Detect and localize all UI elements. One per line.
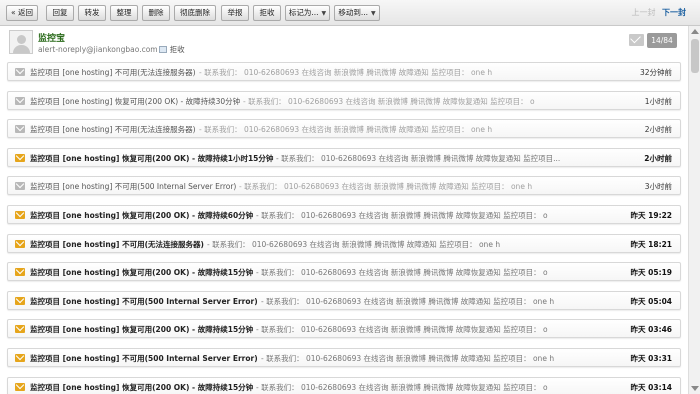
message-time: 2小时前 <box>644 125 672 134</box>
scrollbar[interactable] <box>688 26 700 394</box>
message-row[interactable]: 监控项目 [one hosting] 不可用(无法连接服务器) - 联系我们： 0… <box>7 119 681 138</box>
message-snippet: - 联系我们： 010-62680693 在线咨询 新浪微博 腾讯微博 故障恢复… <box>256 383 548 392</box>
scroll-up-arrow-icon[interactable] <box>691 29 699 34</box>
message-time: 昨天 03:14 <box>630 383 672 392</box>
sender-header: 监控宝 alert-noreply@jiankongbao.com 拒收 14/8… <box>0 26 688 60</box>
move-to-dropdown[interactable]: 移动到... ▼ <box>334 5 380 21</box>
sender-name[interactable]: 监控宝 <box>38 31 65 44</box>
message-subject: 监控项目 [one hosting] 不可用(500 Internal Serv… <box>30 297 258 306</box>
envelope-icon <box>15 240 25 248</box>
message-row[interactable]: 监控项目 [one hosting] 恢复可用(200 OK) - 故障持续15… <box>7 262 681 281</box>
message-time: 昨天 19:22 <box>630 211 672 220</box>
message-time: 昨天 18:21 <box>630 240 672 249</box>
organize-button[interactable]: 整理 <box>110 5 138 21</box>
message-subject: 监控项目 [one hosting] 恢复可用(200 OK) - 故障持续15… <box>30 268 254 277</box>
message-snippet: - 联系我们： 010-62680693 在线咨询 新浪微博 腾讯微博 故障通知… <box>199 68 493 77</box>
pager: 上一封 下一封 <box>631 7 686 18</box>
envelope-icon <box>15 182 25 190</box>
message-time: 昨天 03:46 <box>630 325 672 334</box>
avatar-body-shape <box>13 45 30 53</box>
scroll-down-arrow-icon[interactable] <box>691 386 699 391</box>
envelope-icon <box>15 154 25 162</box>
message-snippet: - 联系我们： 010-62680693 在线咨询 新浪微博 腾讯微博 故障通知… <box>207 240 501 249</box>
message-snippet: - 联系我们： 010-62680693 在线咨询 新浪微博 腾讯微博 故障通知… <box>239 182 533 191</box>
reject-button[interactable]: 拒收 <box>253 5 281 21</box>
message-snippet: - 联系我们： 010-62680693 在线咨询 新浪微博 腾讯微博 故障通知… <box>261 297 555 306</box>
message-subject: 监控项目 [one hosting] 恢复可用(200 OK) - 故障持续60… <box>30 211 254 220</box>
sender-address-line: alert-noreply@jiankongbao.com 拒收 <box>38 44 185 55</box>
message-row[interactable]: 监控项目 [one hosting] 不可用(500 Internal Serv… <box>7 291 681 310</box>
envelope-icon <box>15 325 25 333</box>
message-snippet: - 联系我们： 010-62680693 在线咨询 新浪微博 腾讯微博 故障恢复… <box>276 154 561 163</box>
mark-as-dropdown[interactable]: 标记为... ▼ <box>285 5 330 21</box>
message-snippet: - 联系我们： 010-62680693 在线咨询 新浪微博 腾讯微博 故障恢复… <box>256 211 548 220</box>
scroll-thumb[interactable] <box>691 39 699 73</box>
message-snippet: - 联系我们： 010-62680693 在线咨询 新浪微博 腾讯微博 故障恢复… <box>243 97 535 106</box>
message-subject: 监控项目 [one hosting] 恢复可用(200 OK) - 故障持续30… <box>30 97 241 106</box>
reject-sender-link[interactable]: 拒收 <box>170 45 185 54</box>
message-subject: 监控项目 [one hosting] 不可用(无法连接服务器) <box>30 68 196 77</box>
message-row[interactable]: 监控项目 [one hosting] 恢复可用(200 OK) - 故障持续30… <box>7 91 681 110</box>
message-row[interactable]: 监控项目 [one hosting] 不可用(500 Internal Serv… <box>7 348 681 367</box>
chevron-down-icon: ▼ <box>321 10 327 17</box>
message-time: 昨天 05:04 <box>630 297 672 306</box>
chevron-down-icon: ▼ <box>371 10 376 17</box>
message-subject: 监控项目 [one hosting] 恢复可用(200 OK) - 故障持续1小… <box>30 154 274 163</box>
envelope-icon <box>15 68 25 76</box>
avatar-head-shape <box>17 35 26 44</box>
message-row[interactable]: 监控项目 [one hosting] 恢复可用(200 OK) - 故障持续1小… <box>7 148 681 167</box>
message-snippet: - 联系我们： 010-62680693 在线咨询 新浪微博 腾讯微博 故障恢复… <box>256 268 548 277</box>
mail-counter-badge: 14/84 <box>647 33 677 48</box>
message-row[interactable]: 监控项目 [one hosting] 恢复可用(200 OK) - 故障持续60… <box>7 205 681 224</box>
envelope-icon <box>15 297 25 305</box>
next-mail-link[interactable]: 下一封 <box>662 8 686 17</box>
delete-permanent-button[interactable]: 彻底删除 <box>174 5 216 21</box>
message-snippet: - 联系我们： 010-62680693 在线咨询 新浪微博 腾讯微博 故障通知… <box>199 125 493 134</box>
envelope-icon <box>15 354 25 362</box>
message-time: 昨天 03:31 <box>630 354 672 363</box>
message-row[interactable]: 监控项目 [one hosting] 不可用(无法连接服务器) - 联系我们： 0… <box>7 234 681 253</box>
back-button[interactable]: « 返回 <box>6 5 38 21</box>
message-subject: 监控项目 [one hosting] 不可用(500 Internal Serv… <box>30 354 258 363</box>
avatar <box>9 30 33 54</box>
message-snippet: - 联系我们： 010-62680693 在线咨询 新浪微博 腾讯微博 故障通知… <box>261 354 555 363</box>
message-time: 昨天 05:19 <box>630 268 672 277</box>
message-snippet: - 联系我们： 010-62680693 在线咨询 新浪微博 腾讯微博 故障恢复… <box>256 325 548 334</box>
message-subject: 监控项目 [one hosting] 不可用(无法连接服务器) <box>30 240 204 249</box>
message-row[interactable]: 监控项目 [one hosting] 恢复可用(200 OK) - 故障持续15… <box>7 377 681 394</box>
mark-as-label: 标记为... <box>288 8 319 17</box>
prev-mail-link[interactable]: 上一封 <box>631 8 655 17</box>
mail-toolbar: « 返回 回复 转发 整理 删除 彻底删除 举报 拒收 标记为... ▼ 移动到.… <box>0 0 700 26</box>
message-time: 32分钟前 <box>639 68 672 77</box>
envelope-icon <box>15 211 25 219</box>
reply-button[interactable]: 回复 <box>46 5 74 21</box>
message-time: 2小时前 <box>644 154 672 163</box>
message-row[interactable]: 监控项目 [one hosting] 恢复可用(200 OK) - 故障持续15… <box>7 319 681 338</box>
forward-button[interactable]: 转发 <box>78 5 106 21</box>
message-subject: 监控项目 [one hosting] 恢复可用(200 OK) - 故障持续15… <box>30 383 254 392</box>
sender-email: alert-noreply@jiankongbao.com <box>38 45 158 54</box>
envelope-icon <box>15 268 25 276</box>
message-row[interactable]: 监控项目 [one hosting] 不可用(无法连接服务器) - 联系我们： 0… <box>7 62 681 81</box>
mail-icon[interactable] <box>629 34 644 46</box>
message-time: 1小时前 <box>644 97 672 106</box>
contact-card-icon[interactable] <box>158 46 167 53</box>
move-to-label: 移动到... <box>338 8 369 17</box>
message-subject: 监控项目 [one hosting] 不可用(无法连接服务器) <box>30 125 196 134</box>
envelope-icon <box>15 383 25 391</box>
message-row[interactable]: 监控项目 [one hosting] 不可用(500 Internal Serv… <box>7 176 681 195</box>
envelope-icon <box>15 97 25 105</box>
report-button[interactable]: 举报 <box>221 5 249 21</box>
envelope-icon <box>15 125 25 133</box>
message-subject: 监控项目 [one hosting] 不可用(500 Internal Serv… <box>30 182 237 191</box>
message-time: 3小时前 <box>644 182 672 191</box>
message-subject: 监控项目 [one hosting] 恢复可用(200 OK) - 故障持续15… <box>30 325 254 334</box>
delete-button[interactable]: 删除 <box>142 5 170 21</box>
